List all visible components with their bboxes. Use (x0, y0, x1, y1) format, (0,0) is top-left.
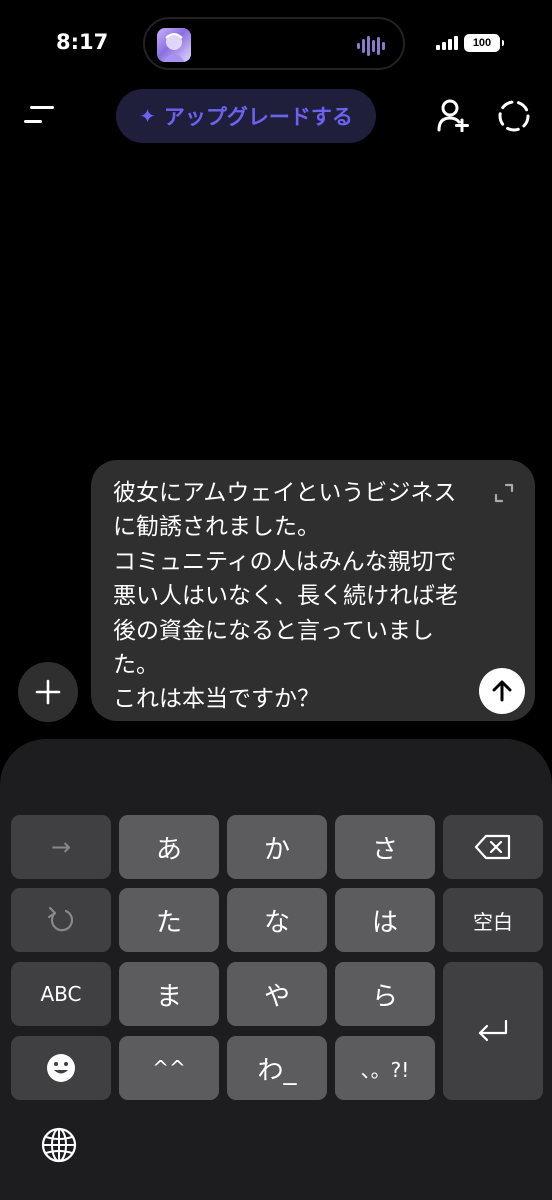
backspace-icon (474, 834, 511, 860)
key-label: な (263, 907, 290, 938)
status-time: 8:17 (56, 30, 109, 54)
emoji-icon (47, 1054, 75, 1082)
message-input[interactable]: 彼女にアムウェイというビジネスに勧誘されました。 コミュニティの人はみんな親切で… (113, 476, 463, 717)
plus-icon (35, 679, 61, 705)
return-icon (478, 1019, 508, 1042)
arrow-up-icon (492, 680, 512, 702)
key-ya[interactable]: や (227, 962, 327, 1026)
key-undo[interactable] (11, 888, 111, 952)
key-punctuation[interactable]: 、。?! (335, 1036, 435, 1100)
add-person-icon[interactable] (436, 98, 470, 132)
key-abc[interactable]: ABC (11, 962, 111, 1026)
key-return[interactable] (443, 962, 543, 1100)
audio-waveform-icon (357, 36, 385, 56)
key-label: あ (155, 834, 182, 865)
hamburger-menu-icon (30, 106, 54, 109)
now-playing-artwork (157, 28, 191, 62)
key-label: 空白 (473, 909, 513, 934)
arrow-right-icon: → (50, 833, 72, 861)
key-label: さ (371, 834, 398, 865)
key-label: ABC (40, 982, 82, 1006)
attach-button[interactable] (18, 662, 78, 722)
key-space[interactable]: 空白 (443, 888, 543, 952)
globe-icon[interactable] (40, 1126, 78, 1164)
key-arrow[interactable]: → (11, 815, 111, 879)
dynamic-island[interactable] (143, 17, 405, 70)
key-label: や (263, 981, 290, 1012)
key-label: た (155, 907, 182, 938)
dashed-circle-icon[interactable] (496, 98, 532, 134)
key-ta[interactable]: た (119, 888, 219, 952)
upgrade-button[interactable]: ✦ アップグレードする (116, 89, 376, 143)
key-label: 、。?! (360, 1057, 410, 1082)
undo-icon (47, 906, 74, 932)
key-ma[interactable]: ま (119, 962, 219, 1026)
key-sa[interactable]: さ (335, 815, 435, 879)
key-label: ら (371, 981, 398, 1012)
key-ha[interactable]: は (335, 888, 435, 952)
expand-icon[interactable] (493, 482, 515, 504)
status-indicators: 100 (436, 34, 504, 52)
key-wa[interactable]: わ_ (227, 1036, 327, 1100)
upgrade-label: アップグレードする (163, 105, 353, 129)
cellular-signal-icon (436, 36, 458, 50)
key-label: は (371, 907, 398, 938)
key-label: わ_ (257, 1055, 297, 1086)
battery-icon: 100 (464, 34, 504, 52)
battery-level: 100 (472, 37, 492, 49)
key-label: か (263, 834, 290, 865)
key-na[interactable]: な (227, 888, 327, 952)
hamburger-menu-line (24, 120, 42, 123)
key-delete[interactable] (443, 815, 543, 879)
key-kaomoji[interactable]: ^^ (119, 1036, 219, 1100)
menu-button[interactable] (24, 104, 54, 126)
message-composer[interactable]: 彼女にアムウェイというビジネスに勧誘されました。 コミュニティの人はみんな親切で… (91, 460, 535, 721)
key-ka[interactable]: か (227, 815, 327, 879)
key-emoji[interactable] (11, 1036, 111, 1100)
send-button[interactable] (479, 668, 525, 714)
sparkle-icon: ✦ (139, 104, 156, 128)
key-label: ま (155, 981, 182, 1012)
key-label: ^^ (152, 1056, 186, 1080)
key-ra[interactable]: ら (335, 962, 435, 1026)
key-a[interactable]: あ (119, 815, 219, 879)
